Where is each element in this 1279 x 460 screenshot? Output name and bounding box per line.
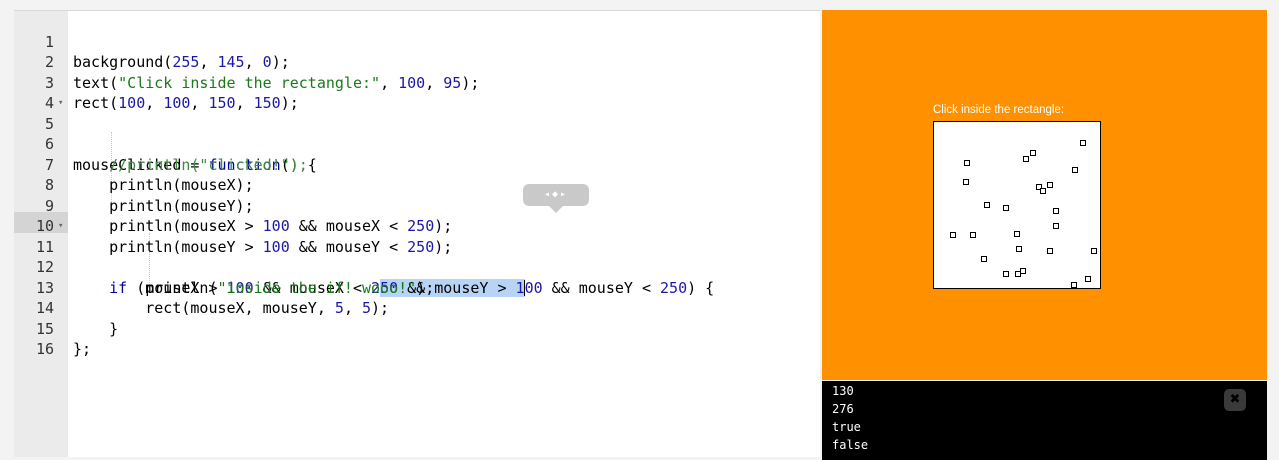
clicked-square — [1047, 248, 1053, 254]
code-line[interactable]: 14 } — [14, 278, 820, 338]
clicked-square — [950, 232, 956, 238]
code-line[interactable]: 4 — [14, 73, 820, 112]
window-edge — [1267, 10, 1279, 460]
clicked-square — [963, 179, 969, 185]
console-output[interactable]: 130 276 true false ✖ — [822, 381, 1267, 460]
clicked-square — [984, 202, 990, 208]
console-line: 130 — [832, 384, 854, 398]
clicked-square — [1040, 188, 1046, 194]
clicked-square — [1071, 282, 1077, 288]
clicked-square — [1023, 156, 1029, 162]
clicked-square — [981, 256, 987, 262]
clicked-square — [1014, 231, 1020, 237]
number-scrubber-icon[interactable]: ◂◆▸ — [544, 189, 568, 200]
console-line: 276 — [832, 402, 854, 416]
clicked-square — [1053, 223, 1059, 229]
code-line[interactable]: 3 rect(100, 100, 150, 150); — [14, 52, 820, 113]
code-line[interactable]: 9 println(mouseX > 100 && mouseX < 250); — [14, 175, 820, 236]
console-line: true — [832, 420, 861, 434]
clicked-square — [1091, 248, 1097, 254]
code-line-active[interactable]: 11 ▾ if (mouseX > 100 && mouseX < 250 &&… — [14, 216, 820, 297]
clicked-square — [1072, 167, 1078, 173]
fold-arrow-icon[interactable]: ▾ — [58, 93, 63, 114]
clicked-square — [1030, 150, 1036, 156]
clicked-square — [964, 160, 970, 166]
fold-arrow-icon[interactable]: ▾ — [58, 216, 63, 237]
code-line[interactable]: 16 — [14, 319, 820, 358]
console-line: false — [832, 438, 869, 452]
clicked-square — [1053, 208, 1059, 214]
code-line[interactable]: 1 background(255, 145, 0); — [14, 11, 820, 72]
canvas-rectangle[interactable] — [933, 121, 1101, 289]
clicked-square — [1016, 246, 1022, 252]
clicked-square — [1020, 268, 1026, 274]
clicked-square — [1003, 271, 1009, 277]
code-editor[interactable]: 1 background(255, 145, 0); 2 text("Click… — [14, 10, 820, 457]
code-line[interactable]: 15 }; — [14, 298, 820, 359]
clicked-square — [1003, 205, 1009, 211]
output-canvas[interactable]: Click inside the rectangle: — [822, 10, 1267, 380]
code-line[interactable]: 13 rect(mouseX, mouseY, 5, 5); — [14, 257, 820, 318]
clicked-square — [1080, 140, 1086, 146]
code-line[interactable]: 5 ▾ mouseClicked = function() { — [14, 93, 820, 174]
workspace: 1 background(255, 145, 0); 2 text("Click… — [0, 0, 1279, 460]
clicked-square — [1047, 182, 1053, 188]
line-number: 16 — [35, 340, 54, 358]
code-line[interactable]: 2 text("Click inside the rectangle:", 10… — [14, 32, 820, 92]
clicked-square — [970, 232, 976, 238]
clicked-square — [1085, 276, 1091, 282]
code-line[interactable]: 8 println(mouseY); — [14, 155, 820, 215]
code-line[interactable]: 7 println(mouseX); — [14, 134, 820, 195]
code-line[interactable]: 10 println(mouseY > 100 && mouseY < 250)… — [14, 196, 820, 256]
code-line[interactable]: 12 println("inside the if! wooo!"); — [14, 237, 820, 297]
close-icon[interactable]: ✖ — [1224, 389, 1246, 411]
canvas-caption: Click inside the rectangle: — [933, 104, 1065, 116]
code-line[interactable]: 6 //println("clicked!"); — [14, 114, 820, 174]
number-scrubber-tooltip[interactable]: ◂◆▸ — [523, 184, 589, 213]
